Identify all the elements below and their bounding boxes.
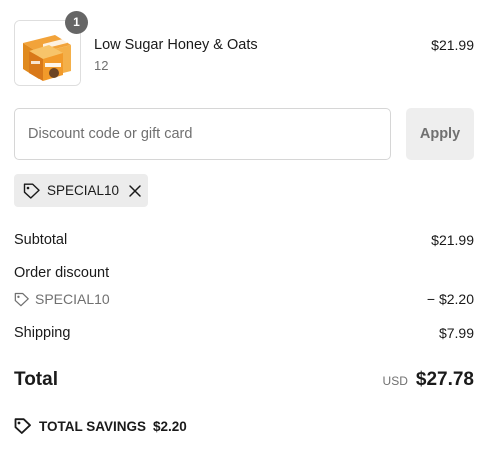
tag-icon	[23, 183, 40, 199]
total-value: USD $27.78	[383, 369, 474, 391]
quantity-badge: 1	[65, 11, 88, 34]
shipping-value: $7.99	[438, 325, 474, 341]
order-discount-label: Order discount	[14, 265, 110, 281]
total-savings: TOTAL SAVINGS $2.20	[14, 418, 187, 434]
product-name: Low Sugar Honey & Oats	[94, 37, 258, 53]
subtotal-label: Subtotal	[14, 232, 68, 248]
savings-label: TOTAL SAVINGS	[39, 418, 147, 434]
cart-line-item: 1 Low Sugar Honey & Oats 12 $21.99	[14, 11, 474, 86]
product-price: $21.99	[431, 37, 474, 53]
apply-discount-button[interactable]: Apply	[406, 108, 474, 160]
applied-discount-chip: SPECIAL10	[14, 174, 148, 207]
tag-icon	[14, 418, 31, 434]
total-label: Total	[14, 369, 58, 390]
order-summary: 1 Low Sugar Honey & Oats 12 $21.99 Apply…	[0, 0, 500, 462]
discount-code-input[interactable]	[14, 108, 391, 160]
total-amount: $27.78	[415, 369, 474, 390]
discount-value: − $2.20	[426, 291, 474, 307]
close-icon	[129, 184, 141, 197]
currency-code: USD	[382, 374, 408, 388]
tag-icon	[14, 292, 29, 306]
discount-code-label: SPECIAL10	[35, 291, 110, 307]
remove-discount-button[interactable]	[128, 184, 142, 198]
product-variant: 12	[94, 58, 109, 73]
applied-code-label: SPECIAL10	[47, 183, 120, 198]
savings-amount: $2.20	[153, 418, 187, 434]
shipping-label: Shipping	[14, 325, 71, 341]
subtotal-value: $21.99	[431, 232, 474, 248]
discount-code-row: SPECIAL10	[14, 291, 110, 307]
